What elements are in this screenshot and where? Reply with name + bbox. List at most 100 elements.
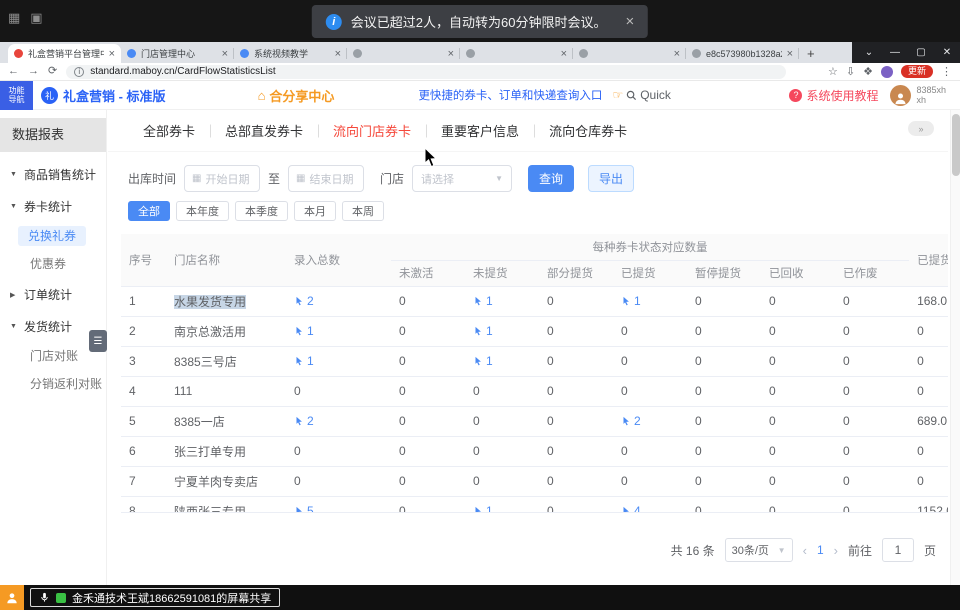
window-icon[interactable]: ▣ xyxy=(30,10,42,26)
cell-store-name: 8385三号店 xyxy=(166,346,286,376)
share-center-link[interactable]: ⌂ 合分享中心 xyxy=(258,86,335,105)
cell-amount: 0 xyxy=(909,316,948,346)
tutorial-link[interactable]: ? 系统使用教程 xyxy=(789,87,878,104)
maximize-button[interactable]: ▢ xyxy=(908,47,934,58)
count-link[interactable]: 1 xyxy=(473,324,493,338)
count-link[interactable]: 2 xyxy=(294,414,314,428)
grid-icon[interactable]: ▦ xyxy=(8,10,20,26)
sidebar-group-label: 券卡统计 xyxy=(24,198,72,215)
content-tab[interactable]: 全部券卡 xyxy=(128,121,210,140)
panel-collapse-button[interactable]: » xyxy=(908,121,934,136)
quick-filter-chip[interactable]: 本年度 xyxy=(176,201,229,221)
cell-count: 0 xyxy=(687,346,761,376)
bookmark-star-icon[interactable]: ☆ xyxy=(828,65,838,78)
cell-count: 0 xyxy=(835,466,909,496)
forward-icon[interactable]: → xyxy=(28,66,39,77)
count-link[interactable]: 5 xyxy=(294,504,314,514)
microphone-icon[interactable] xyxy=(39,592,50,603)
quick-search[interactable]: ☞ Quick xyxy=(612,88,670,102)
table-row: 4111000000000 xyxy=(121,376,948,406)
browser-tab[interactable]: × xyxy=(460,44,573,63)
export-button[interactable]: 导出 xyxy=(588,165,634,192)
sidebar-item-label: 优惠券 xyxy=(30,257,66,271)
quick-filter-chip[interactable]: 本周 xyxy=(342,201,384,221)
content-tab[interactable]: 重要客户信息 xyxy=(426,121,534,140)
tab-close-icon[interactable]: × xyxy=(109,48,115,60)
notification-close-icon[interactable]: × xyxy=(625,13,634,30)
tab-close-icon[interactable]: × xyxy=(561,48,567,60)
site-info-icon[interactable]: i xyxy=(74,67,84,77)
url-box[interactable]: i standard.maboy.cn/CardFlowStatisticsLi… xyxy=(66,65,786,79)
house-icon: ⌂ xyxy=(258,89,266,102)
content-tab[interactable]: 流向门店券卡 xyxy=(318,121,426,140)
browser-tab[interactable]: 门店管理中心× xyxy=(121,44,234,63)
tab-close-icon[interactable]: × xyxy=(335,48,341,60)
function-nav-button[interactable]: 功能 导航 xyxy=(0,81,33,110)
end-date-input[interactable]: ▦ 结束日期 xyxy=(288,165,364,192)
cell-store-name: 111 xyxy=(166,376,286,406)
url-text: standard.maboy.cn/CardFlowStatisticsList xyxy=(90,66,275,77)
minimize-button[interactable]: — xyxy=(882,47,908,58)
store-select[interactable]: 请选择 ▼ xyxy=(412,165,512,192)
new-tab-button[interactable]: + xyxy=(807,47,815,60)
count-link[interactable]: 1 xyxy=(294,354,314,368)
prev-page-button[interactable]: ‹ xyxy=(803,543,807,558)
content-tab[interactable]: 流向仓库券卡 xyxy=(534,121,642,140)
page-scrollbar[interactable] xyxy=(950,110,960,585)
tab-close-icon[interactable]: × xyxy=(787,48,793,60)
count-link[interactable]: 1 xyxy=(473,294,493,308)
tab-search-icon[interactable]: ⌄ xyxy=(856,47,882,58)
scrollbar-thumb[interactable] xyxy=(952,114,960,176)
page-size-select[interactable]: 30条/页 ▼ xyxy=(725,538,793,562)
count-value: 5 xyxy=(307,504,314,514)
browser-profile-avatar[interactable] xyxy=(881,66,893,78)
tab-close-icon[interactable]: × xyxy=(222,48,228,60)
brand-logo[interactable]: 礼 礼盒营销 - 标准版 xyxy=(41,86,166,105)
browser-tab[interactable]: × xyxy=(573,44,686,63)
count-link[interactable]: 2 xyxy=(621,414,641,428)
sidebar-group-label: 商品销售统计 xyxy=(24,166,96,183)
quick-filter-chip[interactable]: 本季度 xyxy=(235,201,288,221)
count-link[interactable]: 1 xyxy=(473,354,493,368)
sidebar-item[interactable]: 兑换礼券 xyxy=(0,222,106,250)
sidebar-group[interactable]: ▶订单统计 xyxy=(0,278,106,310)
close-button[interactable]: ✕ xyxy=(934,47,960,58)
search-button[interactable]: 查询 xyxy=(528,165,574,192)
browser-tab[interactable]: 系统视频教学× xyxy=(234,44,347,63)
count-link[interactable]: 1 xyxy=(473,504,493,514)
extensions-icon[interactable]: ❖ xyxy=(863,65,873,78)
count-link[interactable]: 4 xyxy=(621,504,641,514)
browser-tab[interactable]: 礼盒营销平台管理中心× xyxy=(8,44,121,63)
count-link[interactable]: 2 xyxy=(294,294,314,308)
back-icon[interactable]: ← xyxy=(8,66,19,77)
cursor-click-icon xyxy=(473,326,483,336)
content-tab[interactable]: 总部直发券卡 xyxy=(210,121,318,140)
sidebar-collapse-handle[interactable]: ☰ xyxy=(89,330,107,352)
goto-page-input[interactable] xyxy=(882,538,914,562)
sidebar-item[interactable]: 优惠券 xyxy=(0,250,106,278)
current-page[interactable]: 1 xyxy=(817,543,824,557)
sidebar-group[interactable]: ▼券卡统计 xyxy=(0,190,106,222)
status-col-header: 已作废 xyxy=(835,260,909,286)
info-icon: i xyxy=(326,14,342,30)
next-page-button[interactable]: › xyxy=(834,543,838,558)
download-icon[interactable]: ⇩ xyxy=(846,65,855,78)
count-link[interactable]: 1 xyxy=(621,294,641,308)
refresh-icon[interactable]: ⟳ xyxy=(48,66,57,77)
sidebar-group[interactable]: ▼商品销售统计 xyxy=(0,158,106,190)
user-info[interactable]: 8385xh xh xyxy=(890,85,946,106)
sidebar-item[interactable]: 分销返利对账 xyxy=(0,370,106,398)
cell-count: 0 xyxy=(391,436,465,466)
sidebar-item-label: 分销返利对账 xyxy=(30,377,102,391)
quick-filter-chip[interactable]: 全部 xyxy=(128,201,170,221)
browser-menu-icon[interactable]: ⋮ xyxy=(941,65,952,78)
start-date-input[interactable]: ▦ 开始日期 xyxy=(184,165,260,192)
browser-update-button[interactable]: 更新 xyxy=(901,65,933,78)
quick-filter-chip[interactable]: 本月 xyxy=(294,201,336,221)
cursor-click-icon xyxy=(294,356,304,366)
tab-close-icon[interactable]: × xyxy=(448,48,454,60)
browser-tab[interactable]: × xyxy=(347,44,460,63)
tab-close-icon[interactable]: × xyxy=(674,48,680,60)
count-link[interactable]: 1 xyxy=(294,324,314,338)
browser-tab[interactable]: e8c573980b1328a258fd2e6l× xyxy=(686,44,799,63)
